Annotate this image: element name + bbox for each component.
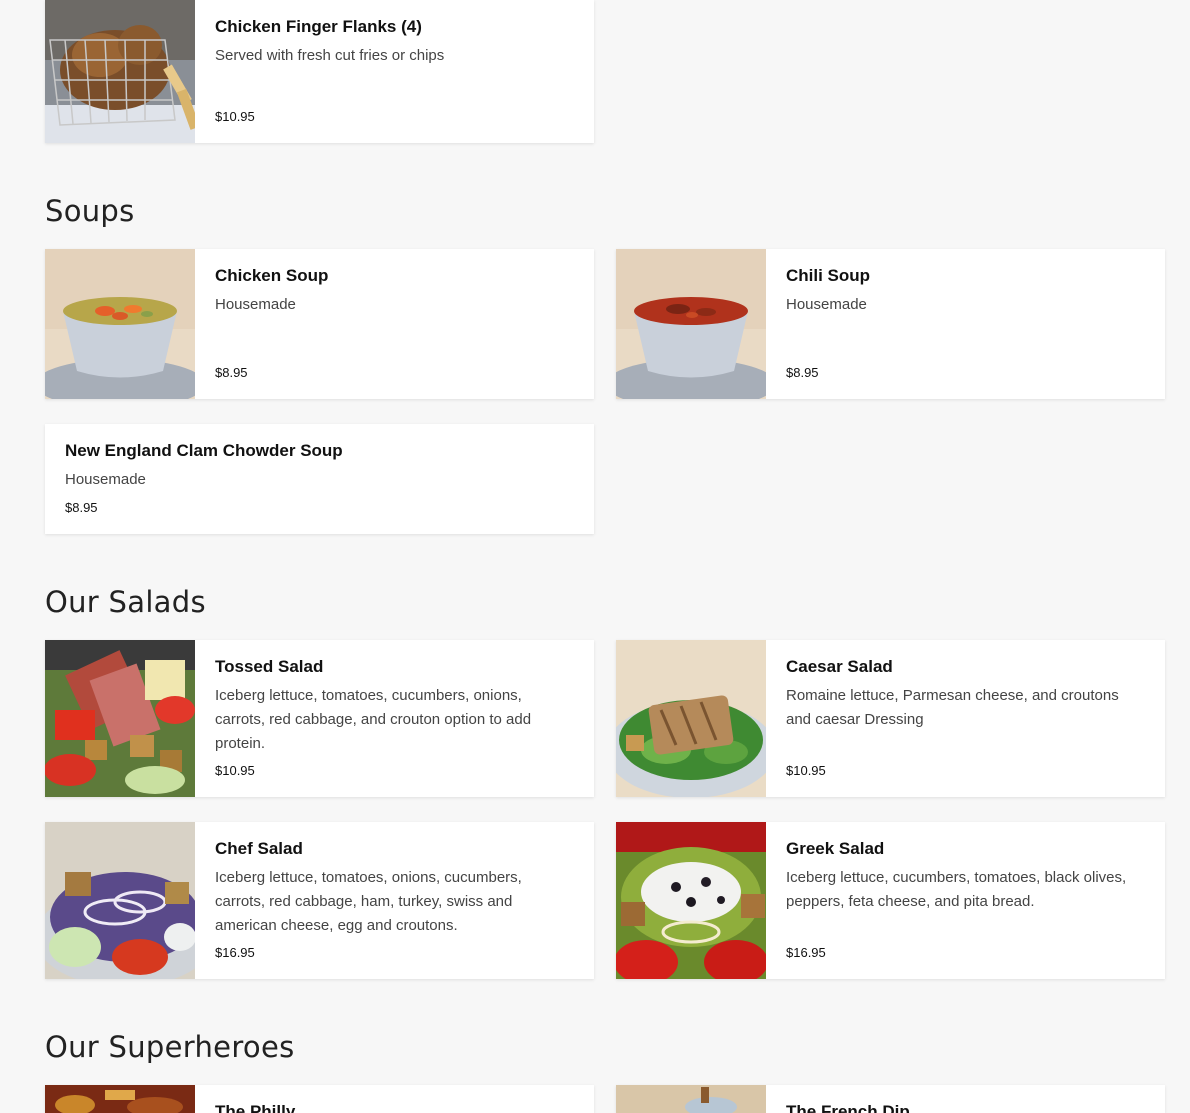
menu-item-name: Caesar Salad [786,657,893,676]
menu-item-name: New England Clam Chowder Soup [65,441,343,460]
menu-item-name: Chicken Soup [215,266,329,285]
section-title: Our Salads [45,585,206,619]
tossed-salad-image [45,640,195,797]
philly-sandwich-image [45,1085,195,1113]
menu-item-description: Housemade [215,296,296,313]
menu-item-card[interactable]: The French Dip [616,1085,1165,1113]
menu-item-name: The Philly [215,1102,296,1113]
menu-item-price: $8.95 [786,365,819,380]
menu-item-description: Romaine lettuce, Parmesan cheese, and cr… [786,687,1119,728]
menu-item-card[interactable]: Chicken Soup Housemade $8.95 [45,249,594,399]
menu-item-price: $10.95 [215,763,255,778]
menu-item-name: Chili Soup [786,266,871,285]
menu-item-card[interactable]: Caesar Salad Romaine lettuce, Parmesan c… [616,640,1165,797]
menu-item-name: Greek Salad [786,839,885,858]
section-title: Our Superheroes [45,1030,295,1064]
menu-item-card[interactable]: Chicken Finger Flanks (4) Served with fr… [45,0,594,143]
menu-item-card[interactable]: New England Clam Chowder Soup Housemade … [45,424,594,534]
menu-item-card[interactable]: The Philly [45,1085,594,1113]
menu-item-name: Chef Salad [215,839,303,858]
menu-item-card[interactable]: Tossed Salad Iceberg lettuce, tomatoes, … [45,640,594,797]
chicken-fingers-image [45,0,195,143]
greek-salad-image [616,822,766,979]
chili-soup-image [616,249,766,399]
menu-item-price: $16.95 [786,945,826,960]
menu-item-card[interactable]: Chili Soup Housemade $8.95 [616,249,1165,399]
french-dip-sandwich-image [616,1085,766,1113]
menu-item-price: $8.95 [215,365,248,380]
menu-item-description: Housemade [65,471,146,488]
menu-item-name: Tossed Salad [215,657,324,676]
menu-item-description: Iceberg lettuce, tomatoes, cucumbers, on… [215,687,532,752]
menu-item-price: $8.95 [65,500,98,515]
menu-item-description: Served with fresh cut fries or chips [215,47,445,64]
menu-item-card[interactable]: Greek Salad Iceberg lettuce, cucumbers, … [616,822,1165,979]
chef-salad-image [45,822,195,979]
menu-item-price: $10.95 [215,109,255,124]
menu-item-card[interactable]: Chef Salad Iceberg lettuce, tomatoes, on… [45,822,594,979]
menu-item-name: The French Dip [786,1102,910,1113]
menu-item-price: $10.95 [786,763,826,778]
caesar-salad-image [616,640,766,797]
menu-item-description: Iceberg lettuce, cucumbers, tomatoes, bl… [786,869,1127,910]
section-title: Soups [45,194,135,228]
chicken-soup-image [45,249,195,399]
menu-item-description: Iceberg lettuce, tomatoes, onions, cucum… [215,869,522,934]
menu-item-description: Housemade [786,296,867,313]
menu-item-price: $16.95 [215,945,255,960]
menu-item-name: Chicken Finger Flanks (4) [215,17,422,36]
